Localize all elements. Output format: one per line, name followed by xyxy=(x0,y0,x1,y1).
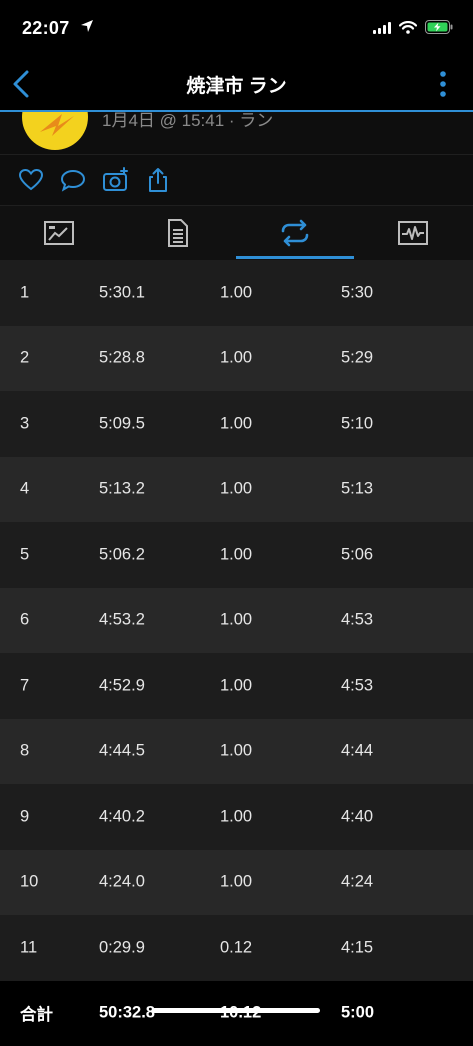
summary-icon xyxy=(43,219,75,247)
table-row: 2 5:28.8 1.00 5:29 xyxy=(0,326,473,392)
table-row: 9 4:40.2 1.00 4:40 xyxy=(0,784,473,850)
active-tab-indicator xyxy=(236,256,354,259)
lap-pace: 5:30 xyxy=(341,283,373,302)
lap-pace: 4:15 xyxy=(341,938,373,957)
tab-laps[interactable] xyxy=(236,206,354,260)
share-icon[interactable] xyxy=(144,166,172,194)
lap-pace: 4:44 xyxy=(341,742,373,761)
activity-header: 1月4日 @ 15:41 · ラン xyxy=(0,112,473,155)
table-row: 4 5:13.2 1.00 5:13 xyxy=(0,457,473,523)
lap-pace: 4:53 xyxy=(341,676,373,695)
lap-number: 7 xyxy=(20,676,29,695)
action-bar xyxy=(0,155,473,206)
table-row: 7 4:52.9 1.00 4:53 xyxy=(0,653,473,719)
tab-charts[interactable] xyxy=(354,206,472,260)
lap-time: 5:13.2 xyxy=(99,480,145,499)
lap-number: 2 xyxy=(20,349,29,368)
lap-distance: 1.00 xyxy=(220,807,252,826)
lap-time: 5:09.5 xyxy=(99,414,145,433)
total-label: 合計 xyxy=(20,1001,53,1025)
lap-number: 6 xyxy=(20,611,29,630)
table-row: 1 5:30.1 1.00 5:30 xyxy=(0,260,473,326)
activity-subtitle: 1月4日 @ 15:41 · ラン xyxy=(102,112,273,131)
lap-time: 5:30.1 xyxy=(99,283,145,302)
chart-icon xyxy=(397,219,429,247)
total-time: 50:32.8 xyxy=(99,1004,155,1023)
page-title: 焼津市 ラン xyxy=(0,71,473,98)
lap-pace: 5:29 xyxy=(341,349,373,368)
lap-number: 4 xyxy=(20,480,29,499)
status-bar: 22:07 xyxy=(0,0,473,58)
lap-distance: 1.00 xyxy=(220,676,252,695)
lap-pace: 5:06 xyxy=(341,545,373,564)
lap-distance: 1.00 xyxy=(220,283,252,302)
lap-number: 1 xyxy=(20,283,29,302)
laps-table: 1 5:30.1 1.00 5:30 2 5:28.8 1.00 5:29 3 … xyxy=(0,260,473,1046)
more-options-icon[interactable] xyxy=(439,70,447,98)
table-row: 5 5:06.2 1.00 5:06 xyxy=(0,522,473,588)
wifi-icon xyxy=(399,21,417,39)
lap-distance: 1.00 xyxy=(220,611,252,630)
total-row: 合計 50:32.8 10.12 5:00 xyxy=(0,981,473,1046)
lap-number: 5 xyxy=(20,545,29,564)
table-row: 8 4:44.5 1.00 4:44 xyxy=(0,719,473,785)
table-row: 3 5:09.5 1.00 5:10 xyxy=(0,391,473,457)
lap-number: 11 xyxy=(20,938,37,957)
lap-distance: 0.12 xyxy=(220,938,252,957)
table-row: 10 4:24.0 1.00 4:24 xyxy=(0,850,473,916)
location-arrow-icon xyxy=(80,19,94,38)
tab-summary[interactable] xyxy=(0,206,118,260)
avatar xyxy=(22,112,88,150)
lap-distance: 1.00 xyxy=(220,545,252,564)
battery-charging-icon xyxy=(425,20,453,39)
signal-icon xyxy=(373,21,391,39)
total-distance: 10.12 xyxy=(220,1004,261,1023)
lap-distance: 1.00 xyxy=(220,873,252,892)
lap-pace: 4:24 xyxy=(341,873,373,892)
lap-number: 3 xyxy=(20,414,29,433)
lap-distance: 1.00 xyxy=(220,349,252,368)
camera-add-icon[interactable] xyxy=(102,166,130,194)
laps-icon xyxy=(279,219,311,247)
lap-time: 0:29.9 xyxy=(99,938,145,957)
comment-icon[interactable] xyxy=(59,166,87,194)
heart-icon[interactable] xyxy=(17,166,45,194)
status-indicators xyxy=(373,20,453,39)
lap-pace: 4:40 xyxy=(341,807,373,826)
table-row: 6 4:53.2 1.00 4:53 xyxy=(0,588,473,654)
status-time: 22:07 xyxy=(22,18,70,39)
lap-distance: 1.00 xyxy=(220,480,252,499)
lap-time: 4:52.9 xyxy=(99,676,145,695)
lap-time: 4:53.2 xyxy=(99,611,145,630)
lap-pace: 5:10 xyxy=(341,414,373,433)
lap-time: 5:06.2 xyxy=(99,545,145,564)
lap-distance: 1.00 xyxy=(220,414,252,433)
lap-time: 4:44.5 xyxy=(99,742,145,761)
lap-time: 4:40.2 xyxy=(99,807,145,826)
lap-number: 9 xyxy=(20,807,29,826)
details-icon xyxy=(161,219,193,247)
lap-number: 10 xyxy=(20,873,38,892)
lap-time: 5:28.8 xyxy=(99,349,145,368)
activity-tabs xyxy=(0,206,473,261)
tab-details[interactable] xyxy=(118,206,236,260)
lap-time: 4:24.0 xyxy=(99,873,145,892)
lap-number: 8 xyxy=(20,742,29,761)
navigation-bar: 焼津市 ラン xyxy=(0,58,473,110)
lap-pace: 4:53 xyxy=(341,611,373,630)
total-pace: 5:00 xyxy=(341,1004,374,1023)
home-indicator[interactable] xyxy=(152,1008,320,1013)
lap-pace: 5:13 xyxy=(341,480,373,499)
table-row: 11 0:29.9 0.12 4:15 xyxy=(0,915,473,981)
lap-distance: 1.00 xyxy=(220,742,252,761)
